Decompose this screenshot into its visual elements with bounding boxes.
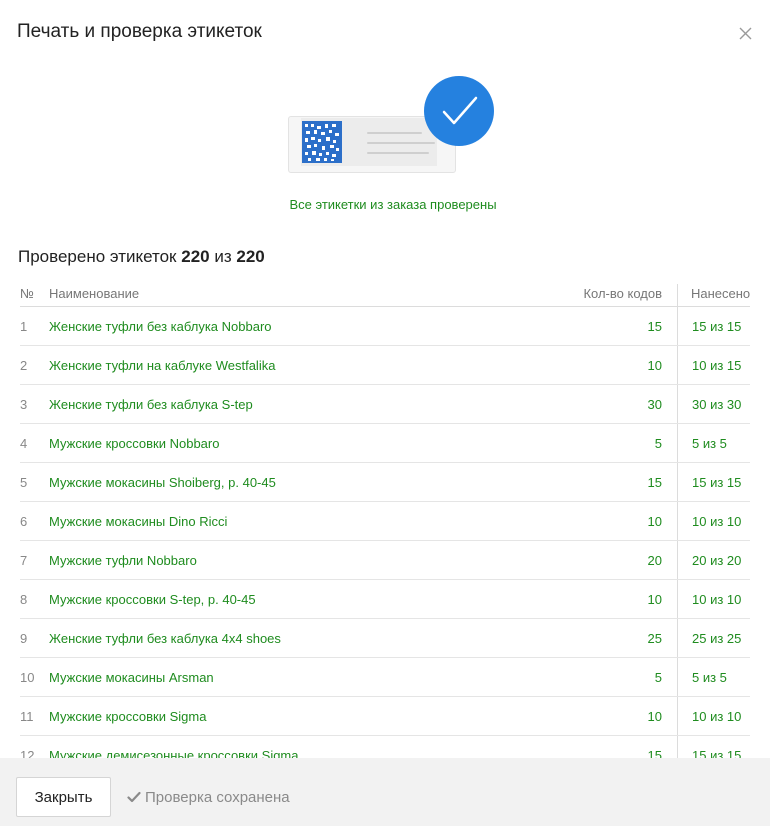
table-header: № Наименование Кол-во кодов Нанесено <box>0 280 770 306</box>
success-message: Все этикетки из заказа проверены <box>289 197 497 212</box>
checked-summary: Проверено этикеток 220 из 220 <box>18 247 265 266</box>
product-link[interactable]: Мужские мокасины Arsman <box>49 670 214 685</box>
table-row: 10 Мужские мокасины Arsman 5 5 из 5 <box>0 658 770 697</box>
table-row: 8 Мужские кроссовки S-tep, р. 40-45 10 10 и… <box>0 580 770 619</box>
row-codes-count: 30 <box>647 397 662 412</box>
row-number: 7 <box>20 553 28 568</box>
row-number: 1 <box>20 319 28 334</box>
saved-status: Проверка сохранена <box>127 789 290 806</box>
row-number: 12 <box>20 748 35 758</box>
row-applied: 15 из 15 <box>692 475 742 490</box>
row-codes-count: 15 <box>647 319 662 334</box>
product-link[interactable]: Женские туфли без каблука 4x4 shoes <box>49 631 281 646</box>
product-link[interactable]: Мужские мокасины Shoiberg, р. 40-45 <box>49 475 276 490</box>
row-codes-count: 20 <box>647 553 662 568</box>
checked-count: 220 <box>181 247 210 266</box>
row-applied: 10 из 10 <box>692 592 742 607</box>
col-name: Наименование <box>49 286 140 301</box>
dialog-title: Печать и проверка этикеток <box>17 21 262 42</box>
product-link[interactable]: Мужские кроссовки S-tep, р. 40-45 <box>49 592 256 607</box>
product-link[interactable]: Мужские туфли Nobbaro <box>49 553 197 568</box>
row-applied: 20 из 20 <box>692 553 742 568</box>
print-check-dialog: Печать и проверка этикеток Все этикетки … <box>0 0 770 826</box>
row-applied: 25 из 25 <box>692 631 742 646</box>
product-link[interactable]: Мужские кроссовки Sigma <box>49 709 206 724</box>
row-codes-count: 25 <box>647 631 662 646</box>
col-applied: Нанесено <box>691 286 751 301</box>
product-link[interactable]: Мужские мокасины Dino Ricci <box>49 514 227 529</box>
product-link[interactable]: Мужские демисезонные кроссовки Sigma <box>49 748 299 758</box>
row-applied: 10 из 10 <box>692 514 742 529</box>
row-codes-count: 10 <box>647 592 662 607</box>
close-icon[interactable] <box>737 25 754 42</box>
labels-checked-illustration <box>288 76 498 176</box>
row-applied: 15 из 15 <box>692 748 742 758</box>
product-link[interactable]: Женские туфли без каблука Nobbaro <box>49 319 272 334</box>
table-row: 2 Женские туфли на каблуке Westfalika 10 10… <box>0 346 770 385</box>
row-number: 6 <box>20 514 28 529</box>
datamatrix-icon <box>302 121 342 163</box>
product-link[interactable]: Женские туфли без каблука S-tep <box>49 397 253 412</box>
product-link[interactable]: Мужские кроссовки Nobbaro <box>49 436 219 451</box>
col-codes-count: Кол-во кодов <box>583 286 662 301</box>
table-body: 1 Женские туфли без каблука Nobbaro 15 15 и… <box>0 307 770 758</box>
row-applied: 15 из 15 <box>692 319 742 334</box>
table-row: 12 Мужские демисезонные кроссовки Sigma 15… <box>0 736 770 758</box>
dialog-footer: Закрыть Проверка сохранена <box>0 758 770 826</box>
row-codes-count: 10 <box>647 709 662 724</box>
col-number: № <box>20 286 34 301</box>
table-row: 9 Женские туфли без каблука 4x4 shoes 25 25… <box>0 619 770 658</box>
table-row: 6 Мужские мокасины Dino Ricci 10 10 из 10 <box>0 502 770 541</box>
row-applied: 10 из 10 <box>692 709 742 724</box>
row-codes-count: 10 <box>647 514 662 529</box>
row-codes-count: 10 <box>647 358 662 373</box>
row-number: 2 <box>20 358 28 373</box>
labels-table[interactable]: № Наименование Кол-во кодов Нанесено 1 Же… <box>0 280 770 758</box>
close-button[interactable]: Закрыть <box>16 777 111 817</box>
row-number: 5 <box>20 475 28 490</box>
row-number: 11 <box>20 709 34 724</box>
row-applied: 5 из 5 <box>692 436 727 451</box>
row-codes-count: 5 <box>654 436 662 451</box>
table-row: 7 Мужские туфли Nobbaro 20 20 из 20 <box>0 541 770 580</box>
checkmark-icon <box>127 791 141 803</box>
table-row: 3 Женские туфли без каблука S-tep 30 30 из … <box>0 385 770 424</box>
table-row: 1 Женские туфли без каблука Nobbaro 15 15 и… <box>0 307 770 346</box>
row-codes-count: 5 <box>654 670 662 685</box>
table-row: 11 Мужские кроссовки Sigma 10 10 из 10 <box>0 697 770 736</box>
total-count: 220 <box>236 247 265 266</box>
row-applied: 10 из 15 <box>692 358 742 373</box>
checkmark-circle-icon <box>424 76 494 146</box>
product-link[interactable]: Женские туфли на каблуке Westfalika <box>49 358 275 373</box>
table-row: 5 Мужские мокасины Shoiberg, р. 40-45 15 15… <box>0 463 770 502</box>
row-codes-count: 15 <box>647 748 662 758</box>
row-number: 4 <box>20 436 28 451</box>
row-codes-count: 15 <box>647 475 662 490</box>
row-number: 3 <box>20 397 28 412</box>
row-number: 8 <box>20 592 28 607</box>
table-row: 4 Мужские кроссовки Nobbaro 5 5 из 5 <box>0 424 770 463</box>
row-applied: 5 из 5 <box>692 670 727 685</box>
row-applied: 30 из 30 <box>692 397 742 412</box>
row-number: 9 <box>20 631 28 646</box>
row-number: 10 <box>20 670 35 685</box>
